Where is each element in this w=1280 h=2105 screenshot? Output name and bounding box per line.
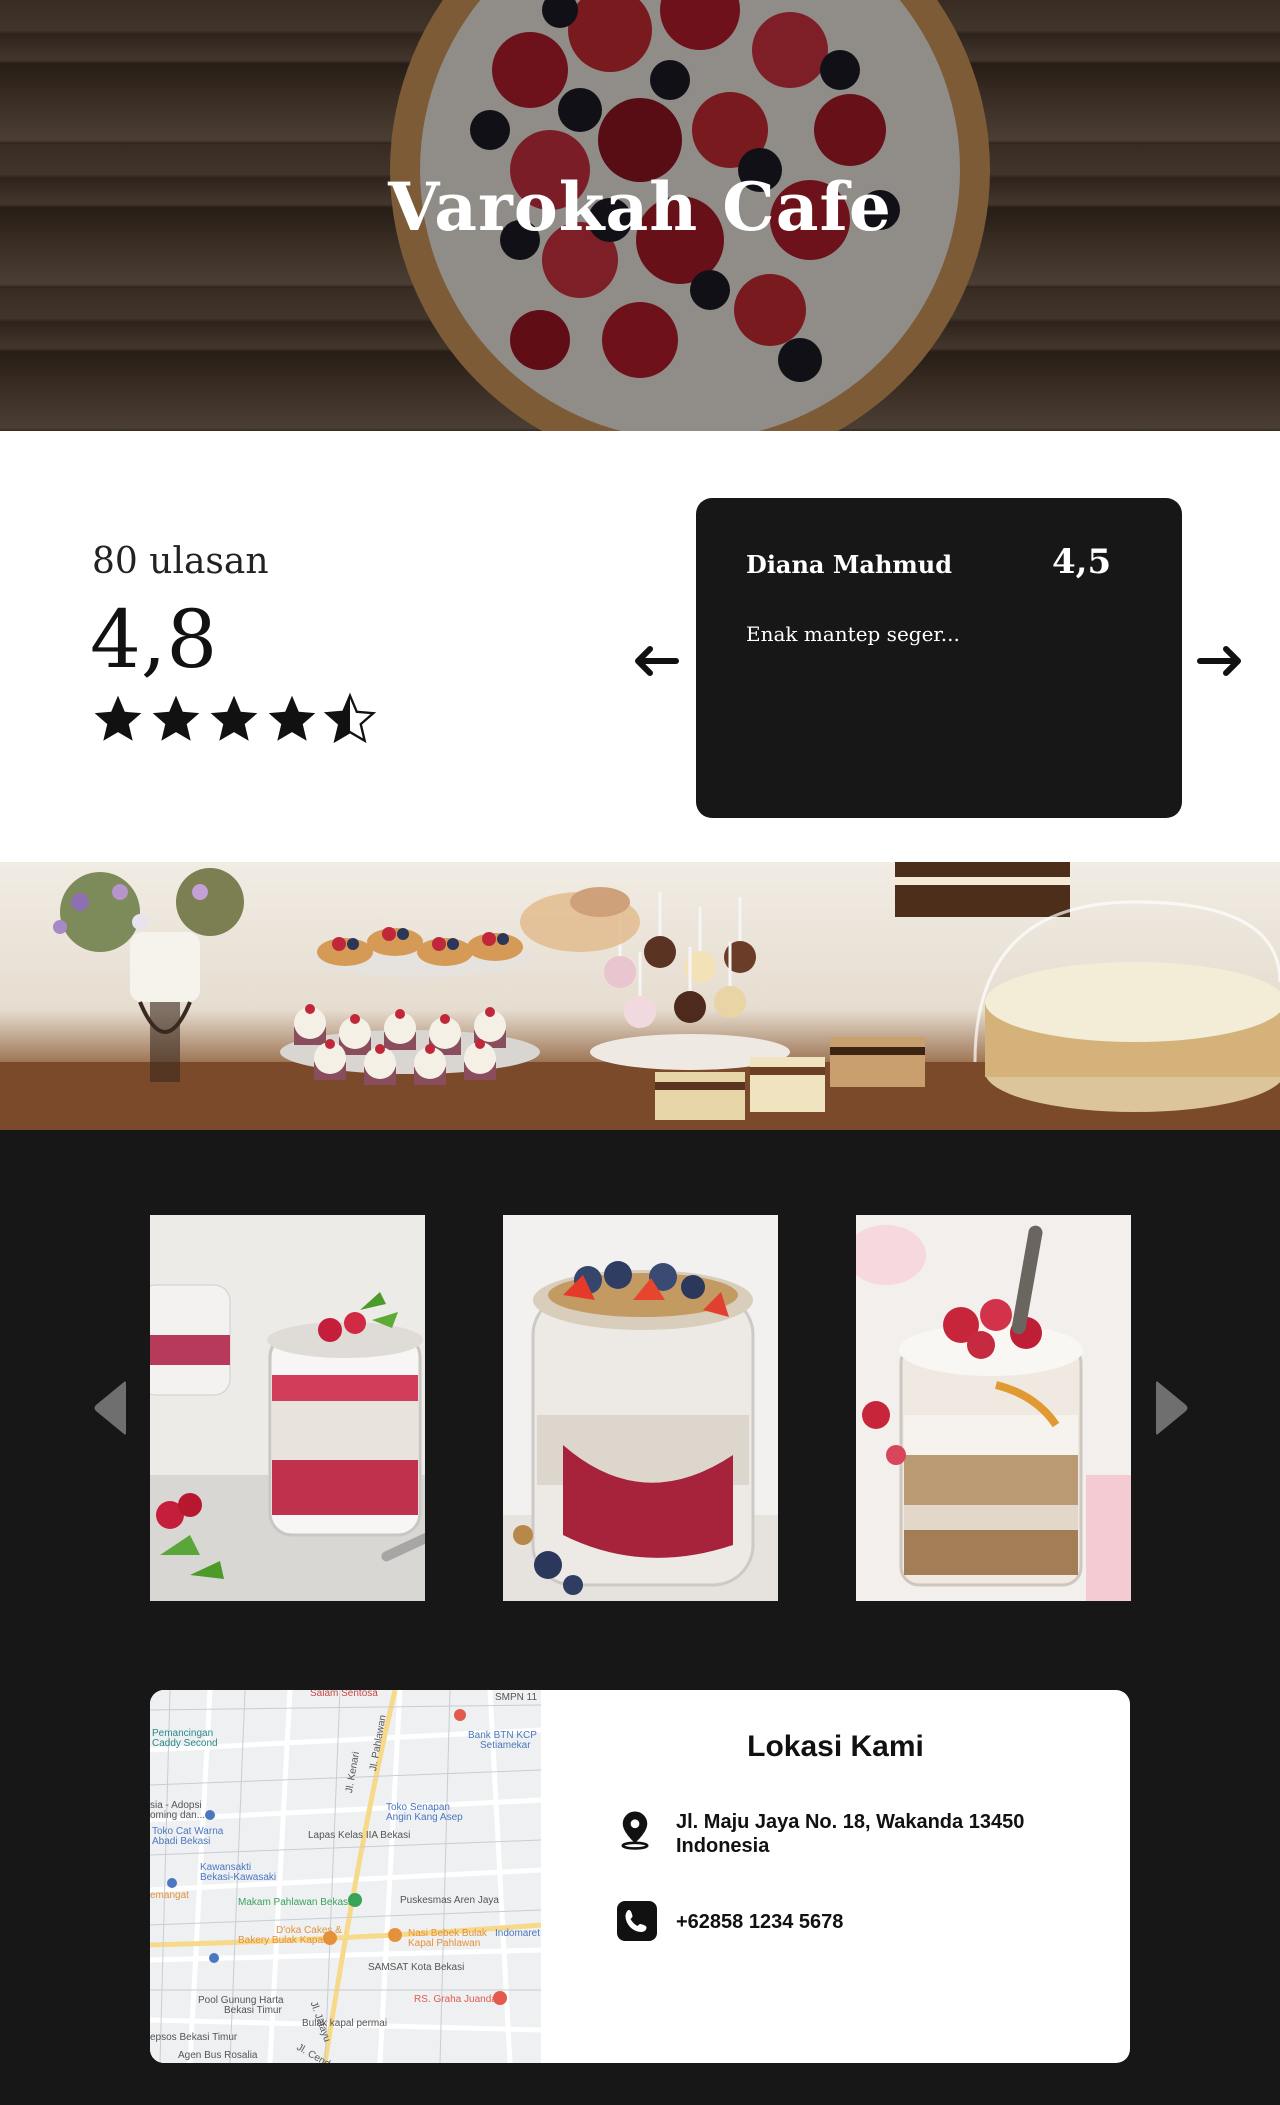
location-title: Lokasi Kami — [747, 1730, 924, 1763]
map-label: Salam Sentosa — [310, 1690, 378, 1699]
gallery-image-parfait[interactable] — [856, 1215, 1131, 1601]
map-label: Bekasi-Kawasaki — [200, 1872, 277, 1883]
map-label: Indomaret — [495, 1928, 541, 1939]
map-label: Lapas Kelas IIA Bekasi — [308, 1830, 411, 1841]
phone-icon — [616, 1900, 658, 1942]
phone-number[interactable]: +62858 1234 5678 — [676, 1910, 843, 1934]
gallery-next-arrow-icon[interactable] — [1152, 1378, 1192, 1438]
map-label: Bakery Bulak Kapal — [238, 1935, 326, 1946]
review-count: 80 ulasan — [92, 541, 269, 582]
map-label: Caddy Second — [152, 1738, 218, 1749]
review-next-arrow-icon[interactable] — [1192, 631, 1252, 691]
review-text: Enak mantep seger... — [746, 622, 960, 646]
gallery-image-berry-pudding[interactable] — [503, 1215, 778, 1601]
map-label: Bekasi Timur — [224, 2005, 282, 2016]
map-label: Kapal Pahlawan — [408, 1938, 481, 1949]
map-label: RS. Graha Juanda — [414, 1994, 497, 2005]
review-prev-arrow-icon[interactable] — [624, 631, 684, 691]
map-label: oming dan... — [150, 1810, 206, 1821]
reviewer-name: Diana Mahmud — [746, 550, 953, 579]
gallery-prev-arrow-icon[interactable] — [90, 1378, 130, 1438]
dessert-table-image — [0, 862, 1280, 1130]
star-full-icon — [268, 695, 316, 741]
reviewer-rating: 4,5 — [1052, 542, 1112, 582]
star-full-icon — [152, 695, 200, 741]
location-map[interactable]: Salam Sentosa SMPN 11 Pemancingan Caddy … — [150, 1690, 541, 2063]
gallery-image-chia-jars[interactable] — [150, 1215, 425, 1601]
site-title: Varokah Cafe — [388, 168, 892, 246]
star-rating — [90, 691, 378, 747]
map-label: SAMSAT Kota Bekasi — [368, 1962, 465, 1973]
hero-banner: Varokah Cafe — [0, 0, 1280, 431]
star-full-icon — [94, 695, 142, 741]
address-line2: Indonesia — [676, 1835, 770, 1857]
star-full-icon — [210, 695, 258, 741]
map-label: Puskesmas Aren Jaya — [400, 1895, 499, 1906]
map-label: Agen Bus Rosalia — [178, 2050, 258, 2061]
reviews-section: 80 ulasan 4,8 Diana Mahmud 4,5 Enak mant… — [0, 431, 1280, 862]
map-label: emangat — [150, 1890, 189, 1901]
map-label: Setiamekar — [480, 1740, 531, 1751]
star-half-icon — [323, 692, 377, 744]
map-label: Makam Pahlawan Bekasi — [238, 1897, 351, 1908]
map-label: epsos Bekasi Timur — [150, 2032, 238, 2043]
review-card: Diana Mahmud 4,5 Enak mantep seger... — [696, 498, 1182, 818]
location-pin-icon — [614, 1808, 656, 1850]
map-label: Angin Kang Asep — [386, 1812, 463, 1823]
average-score: 4,8 — [90, 593, 218, 686]
map-label: SMPN 11 — [495, 1692, 538, 1703]
map-label: Abadi Bekasi — [152, 1836, 211, 1847]
location-card: Salam Sentosa SMPN 11 Pemancingan Caddy … — [150, 1690, 1130, 2063]
address-text: Jl. Maju Jaya No. 18, Wakanda 13450 Indo… — [676, 1810, 1024, 1858]
address-line1: Jl. Maju Jaya No. 18, Wakanda 13450 — [676, 1811, 1025, 1833]
